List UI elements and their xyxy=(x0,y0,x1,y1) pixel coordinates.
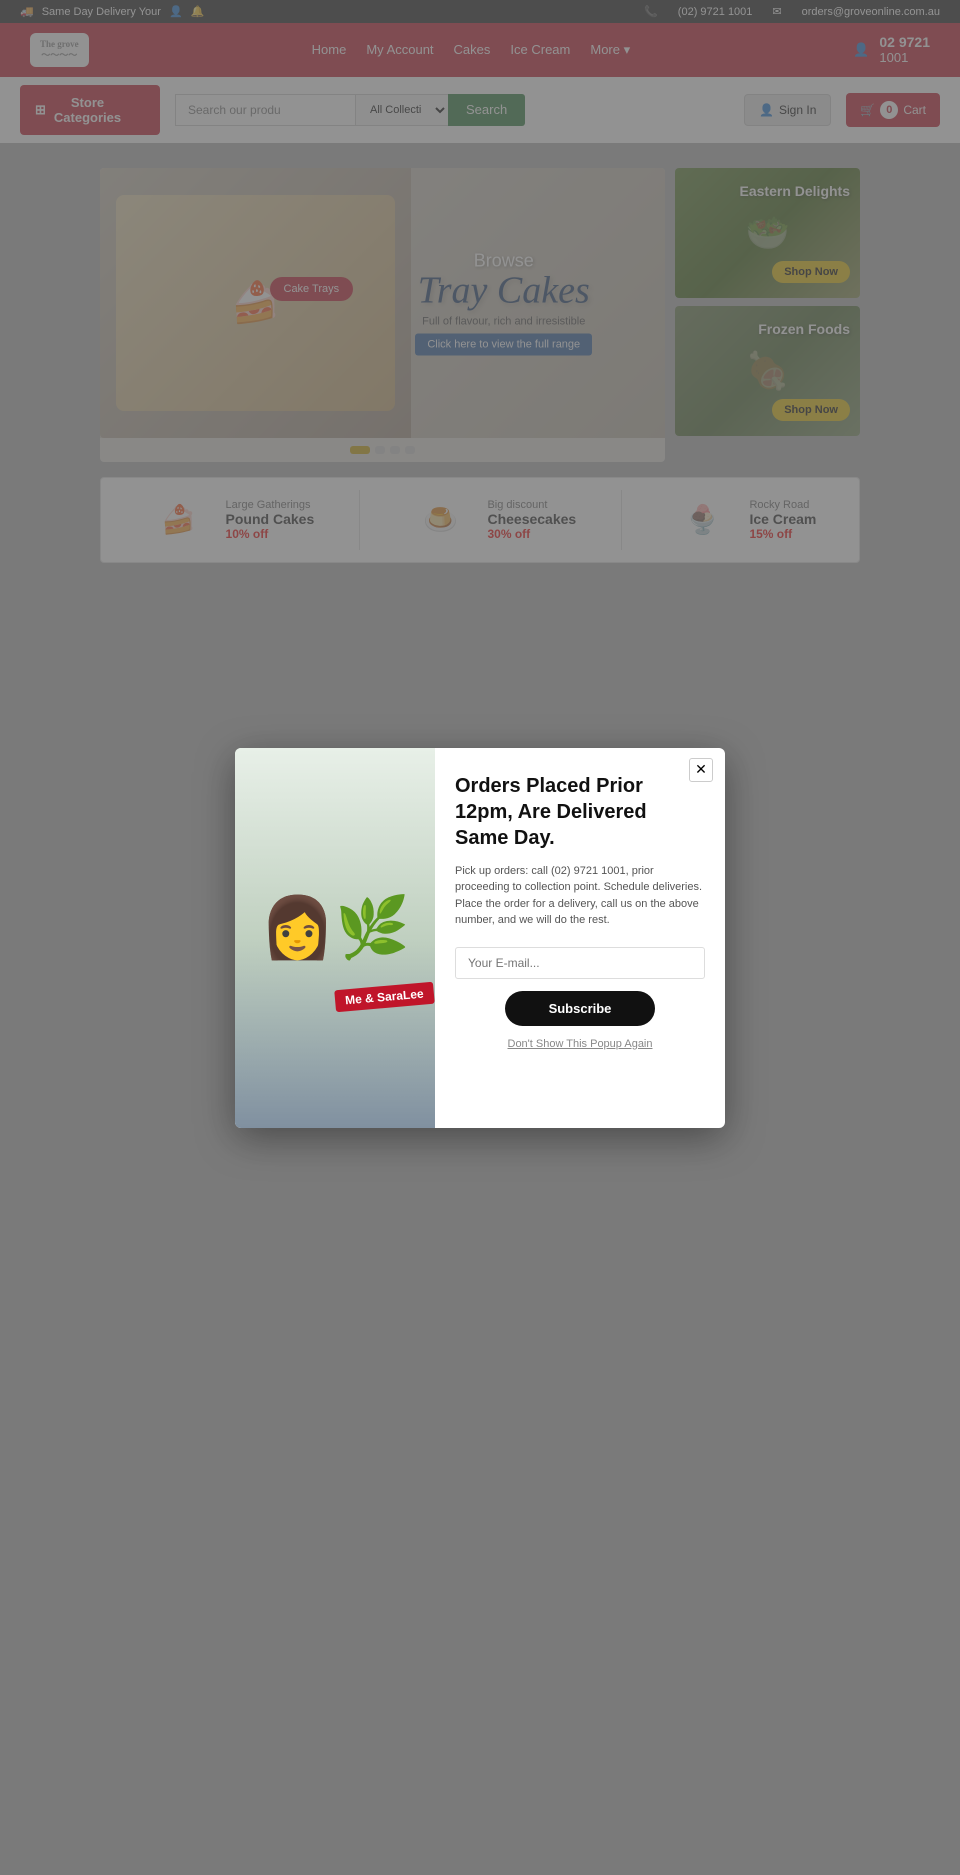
popup-image: 👩🌿 xyxy=(235,748,435,1128)
popup-title: Orders Placed Prior 12pm, Are Delivered … xyxy=(455,773,705,851)
popup: 👩🌿 Me & SaraLee ✕ Orders Placed Prior 12… xyxy=(235,748,725,1128)
popup-overlay: 👩🌿 Me & SaraLee ✕ Orders Placed Prior 12… xyxy=(0,0,960,1875)
subscribe-button[interactable]: Subscribe xyxy=(505,991,655,1026)
dont-show-popup[interactable]: Don't Show This Popup Again xyxy=(455,1038,705,1050)
popup-content: ✕ Orders Placed Prior 12pm, Are Delivere… xyxy=(435,748,725,1128)
popup-image-side: 👩🌿 Me & SaraLee xyxy=(235,748,435,1128)
popup-description: Pick up orders: call (02) 9721 1001, pri… xyxy=(455,863,705,929)
popup-close-button[interactable]: ✕ xyxy=(689,758,713,782)
popup-email-input[interactable] xyxy=(455,947,705,979)
